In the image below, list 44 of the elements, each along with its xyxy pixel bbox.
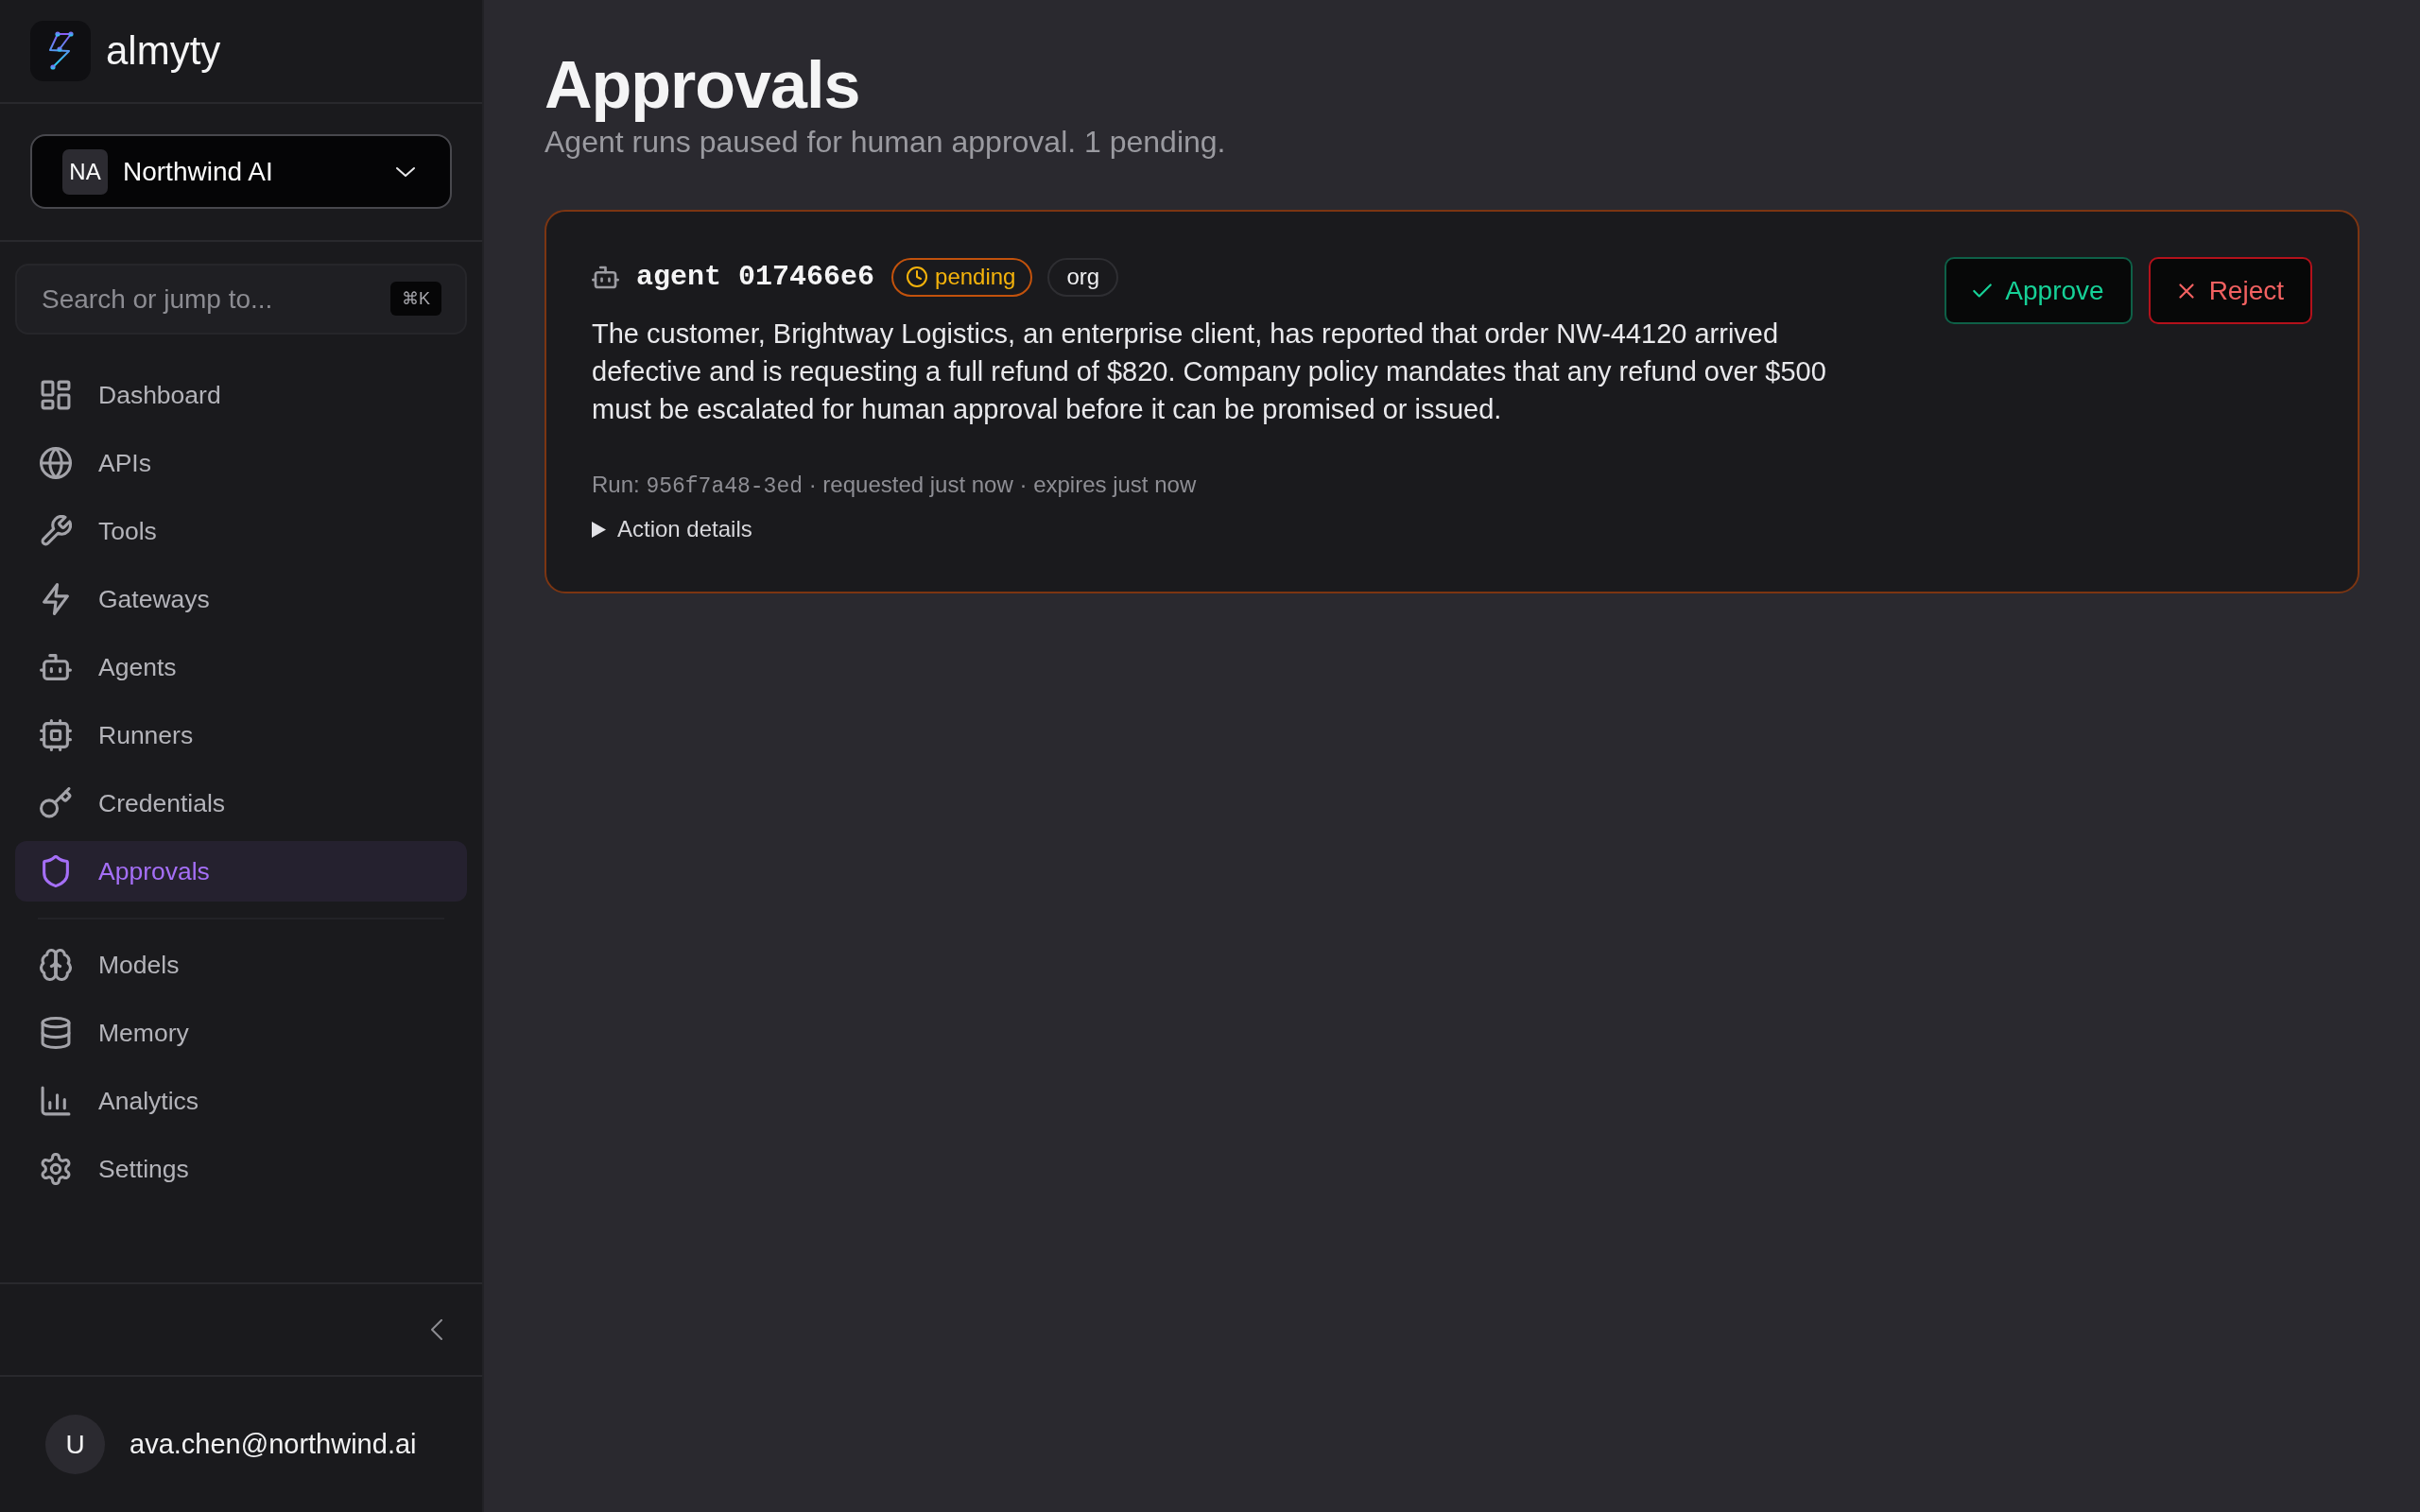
page-subtitle: Agent runs paused for human approval. 1 pending. [544,125,1227,159]
approval-description: The customer, Brightway Logistics, an enterprise client, has reported that order NW-44120 arrived defective and is requesting a full refund of $820. Company policy mandates that any refund over $500 must be escalated for human approval before it can be promised or issued. [592,318,1827,426]
nav-item[interactable]: Settings [15,1139,467,1199]
organization-selector[interactable]: NA Northwind AI [30,134,452,209]
page-title: Approvals [544,49,861,122]
brain-icon [40,949,72,981]
nav-item[interactable]: Models [15,935,467,995]
brand-name: almyty [106,26,221,75]
reject-button[interactable]: Reject [2148,257,2312,324]
bar-chart-icon [40,1085,72,1117]
status-label: pending [935,264,1016,290]
lightning-icon [40,583,72,615]
approve-button[interactable]: Approve [1945,257,2133,324]
globe-icon [40,447,72,479]
user-email: ava.chen@northwind.ai [130,1429,417,1460]
run-meta: Run: 956f7a48-3ed · requested just now · expires just now [592,471,1197,501]
lightning-logo-icon [30,21,91,81]
nav-item[interactable]: Analytics [15,1071,467,1131]
nav-item[interactable]: Credentials [15,773,467,833]
nav-item[interactable]: Tools [15,501,467,561]
wrench-icon [40,515,72,547]
nav-item[interactable]: Memory [15,1003,467,1063]
database-icon [40,1017,72,1049]
dashboard-grid-icon [40,379,72,411]
org-avatar: NA [62,148,108,195]
nav-item[interactable]: Gateways [15,569,467,629]
key-icon [40,787,72,819]
shield-icon [40,855,72,887]
nav-item[interactable]: Approvals [15,841,467,902]
keyboard-shortcut: ⌘K [390,282,441,316]
nav-item[interactable]: APIs [15,433,467,493]
chevron-left-icon[interactable] [431,1319,442,1340]
robot-icon [40,651,72,683]
nav-item[interactable]: Dashboard [15,365,467,425]
agent-name: agent 017466e6 [636,261,875,293]
chevron-down-icon [395,165,416,178]
settings-icon [40,1153,72,1185]
nav-item[interactable]: Agents [15,637,467,697]
action-details-toggle[interactable]: Action details [592,514,752,544]
scope-tag: org [1047,257,1119,297]
user-avatar[interactable]: U [45,1415,105,1474]
nav-item[interactable]: Runners [15,705,467,765]
chip-icon [40,719,72,751]
clock-icon [907,266,928,287]
